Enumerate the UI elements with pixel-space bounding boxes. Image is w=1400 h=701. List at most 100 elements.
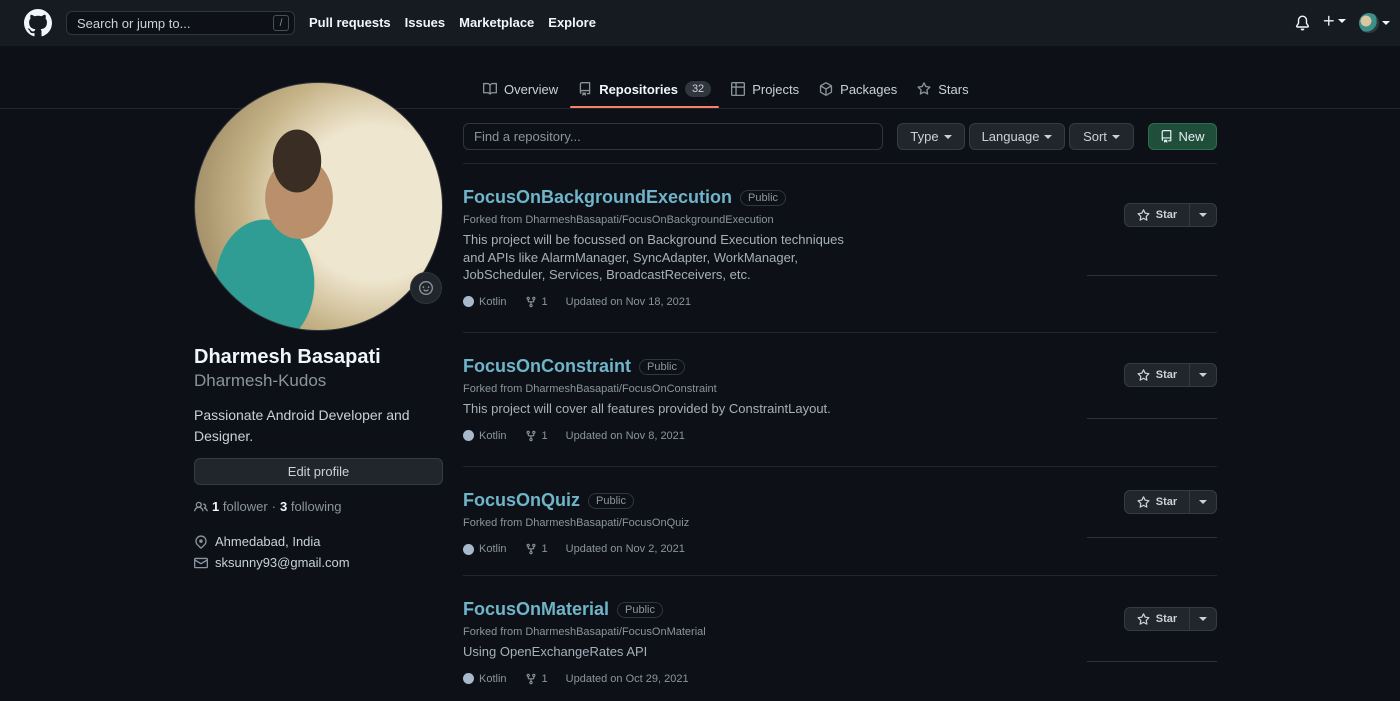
tab-stars[interactable]: Stars bbox=[917, 72, 976, 106]
repo-meta: Kotlin 1 Updated on Nov 8, 2021 bbox=[463, 430, 1217, 442]
visibility-badge: Public bbox=[639, 358, 685, 375]
search-placeholder: Search or jump to... bbox=[77, 15, 191, 31]
new-label: New bbox=[1178, 129, 1205, 144]
tab-packages[interactable]: Packages bbox=[819, 72, 905, 106]
chevron-down-icon bbox=[1199, 500, 1207, 504]
language-filter-button[interactable]: Language bbox=[969, 123, 1065, 150]
repo-name-link[interactable]: FocusOnQuiz bbox=[463, 490, 580, 511]
new-repository-button[interactable]: New bbox=[1148, 123, 1217, 150]
star-button[interactable]: Star bbox=[1125, 204, 1190, 226]
star-label: Star bbox=[1155, 496, 1178, 508]
email-link[interactable]: sksunny93@gmail.com bbox=[215, 555, 350, 570]
tab-label: Stars bbox=[938, 81, 969, 97]
forked-from-link[interactable]: Forked from DharmeshBasapati/FocusOnMate… bbox=[463, 626, 1217, 638]
find-repository-input[interactable]: Find a repository... bbox=[463, 123, 883, 150]
package-icon bbox=[819, 82, 833, 96]
forked-from-link[interactable]: Forked from DharmeshBasapati/FocusOnBack… bbox=[463, 214, 1217, 226]
people-icon bbox=[194, 500, 208, 514]
star-icon bbox=[1137, 368, 1150, 381]
profile-full-name: Dharmesh Basapati bbox=[194, 346, 381, 368]
star-button[interactable]: Star bbox=[1125, 364, 1190, 386]
star-button[interactable]: Star bbox=[1125, 491, 1190, 513]
repo-name-link[interactable]: FocusOnConstraint bbox=[463, 356, 631, 377]
tab-repositories[interactable]: Repositories 32 bbox=[570, 72, 720, 108]
updated-time: Updated on Nov 8, 2021 bbox=[565, 429, 685, 442]
nav-issues[interactable]: Issues bbox=[405, 15, 445, 30]
repo-list-item: FocusOnMaterial Public Forked from Dharm… bbox=[463, 599, 1217, 685]
set-status-button[interactable] bbox=[410, 272, 442, 304]
edit-profile-button[interactable]: Edit profile bbox=[194, 458, 443, 485]
repo-name-link[interactable]: FocusOnMaterial bbox=[463, 599, 609, 620]
activity-sparkline bbox=[1087, 537, 1217, 538]
star-button-group: Star bbox=[1124, 607, 1217, 631]
forks-link[interactable]: 1 bbox=[525, 296, 548, 308]
nav-pull-requests[interactable]: Pull requests bbox=[309, 15, 391, 30]
updated-time: Updated on Oct 29, 2021 bbox=[565, 672, 689, 685]
nav-marketplace[interactable]: Marketplace bbox=[459, 15, 534, 30]
chevron-down-icon bbox=[1199, 373, 1207, 377]
chevron-down-icon bbox=[943, 134, 952, 139]
activity-sparkline bbox=[1087, 418, 1217, 419]
repo-language: Kotlin bbox=[479, 543, 507, 555]
star-list-dropdown[interactable] bbox=[1190, 491, 1216, 513]
tab-projects[interactable]: Projects bbox=[731, 72, 807, 106]
star-list-dropdown[interactable] bbox=[1190, 204, 1216, 226]
profile-avatar[interactable] bbox=[194, 82, 443, 331]
star-button-group: Star bbox=[1124, 490, 1217, 514]
following-label: following bbox=[290, 499, 342, 514]
notification-bell-icon[interactable] bbox=[1295, 15, 1310, 31]
sort-filter-button[interactable]: Sort bbox=[1069, 123, 1134, 150]
forked-from-link[interactable]: Forked from DharmeshBasapati/FocusOnCons… bbox=[463, 383, 1217, 395]
followers-link[interactable]: 1 follower bbox=[212, 499, 268, 514]
repo-list-item: FocusOnQuiz Public Forked from DharmeshB… bbox=[463, 490, 1217, 555]
repo-language: Kotlin bbox=[479, 672, 507, 685]
book-icon bbox=[483, 82, 497, 96]
fork-icon bbox=[526, 673, 536, 684]
tab-overview[interactable]: Overview bbox=[483, 72, 566, 106]
fork-count: 1 bbox=[541, 672, 548, 685]
forks-link[interactable]: 1 bbox=[525, 543, 548, 555]
type-label: Type bbox=[910, 129, 939, 144]
star-list-dropdown[interactable] bbox=[1190, 608, 1216, 630]
language-color-dot bbox=[463, 430, 474, 441]
create-new-menu[interactable] bbox=[1322, 14, 1346, 28]
language-label: Language bbox=[981, 129, 1040, 144]
forked-from-link[interactable]: Forked from DharmeshBasapati/FocusOnQuiz bbox=[463, 517, 1217, 529]
location-text: Ahmedabad, India bbox=[215, 534, 321, 549]
chevron-down-icon[interactable] bbox=[1382, 20, 1390, 26]
top-nav: Pull requests Issues Marketplace Explore bbox=[309, 15, 610, 30]
updated-time: Updated on Nov 18, 2021 bbox=[565, 295, 692, 308]
repo-meta: Kotlin 1 Updated on Nov 2, 2021 bbox=[463, 543, 1217, 555]
type-filter-button[interactable]: Type bbox=[897, 123, 965, 150]
language-color-dot bbox=[463, 543, 474, 555]
fork-count: 1 bbox=[541, 429, 548, 442]
forks-link[interactable]: 1 bbox=[525, 430, 548, 442]
project-icon bbox=[731, 82, 746, 96]
repo-icon bbox=[1160, 130, 1173, 143]
repo-meta: Kotlin 1 Updated on Nov 18, 2021 bbox=[463, 296, 1217, 308]
list-divider bbox=[463, 163, 1217, 164]
repo-list-item: FocusOnConstraint Public Forked from Dha… bbox=[463, 356, 1217, 442]
visibility-badge: Public bbox=[740, 189, 787, 206]
star-button[interactable]: Star bbox=[1125, 608, 1190, 630]
user-avatar-menu[interactable] bbox=[1359, 13, 1379, 33]
fork-icon bbox=[526, 296, 536, 307]
github-logo-icon[interactable] bbox=[24, 9, 52, 37]
repo-name-link[interactable]: FocusOnBackgroundExecution bbox=[463, 187, 732, 208]
star-button-group: Star bbox=[1124, 363, 1217, 387]
star-icon bbox=[1137, 612, 1150, 625]
chevron-down-icon bbox=[1199, 617, 1207, 621]
plus-icon bbox=[1323, 15, 1334, 26]
forks-link[interactable]: 1 bbox=[525, 673, 548, 685]
star-label: Star bbox=[1155, 613, 1178, 625]
nav-explore[interactable]: Explore bbox=[548, 15, 596, 30]
repo-description: Using OpenExchangeRates API bbox=[463, 644, 648, 659]
follow-stats: 1 follower · 3 following bbox=[194, 499, 341, 514]
global-search-input[interactable]: Search or jump to... / bbox=[66, 11, 295, 35]
global-header: Search or jump to... / Pull requests Iss… bbox=[0, 0, 1400, 46]
mail-icon bbox=[194, 556, 208, 570]
star-list-dropdown[interactable] bbox=[1190, 364, 1216, 386]
following-link[interactable]: 3 following bbox=[280, 499, 341, 514]
chevron-down-icon bbox=[1044, 134, 1053, 139]
sort-label: Sort bbox=[1083, 129, 1107, 144]
